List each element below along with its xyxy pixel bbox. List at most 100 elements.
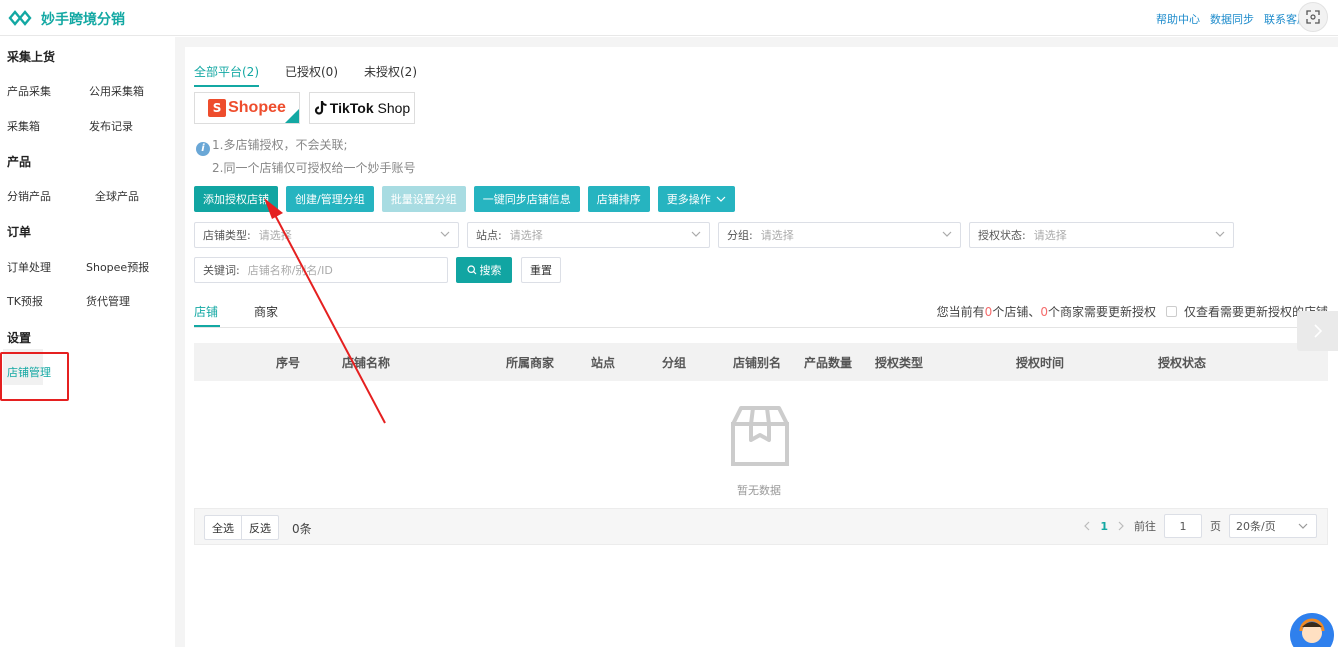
chevron-right-icon <box>1313 324 1322 338</box>
brand-logo-icon[interactable] <box>8 8 32 28</box>
update-info-suffix: 个商家需要更新授权 <box>1047 305 1156 319</box>
tab-merchants[interactable]: 商家 <box>254 303 278 320</box>
sidebar-section-order: 订单 <box>7 225 32 239</box>
group-select[interactable]: 分组: 请选择 <box>718 222 961 248</box>
chevron-down-icon <box>716 196 726 202</box>
sidebar-item-tk-forecast[interactable]: TK预报 <box>7 293 43 309</box>
shop-management-highlight-box <box>0 352 69 401</box>
platform-card-shopee[interactable]: S Shopee <box>194 92 300 124</box>
tabs-divider <box>194 327 1328 328</box>
sidebar-item-publish-record[interactable]: 发布记录 <box>89 118 133 134</box>
sidebar: 采集上货 产品采集 公用采集箱 采集箱 发布记录 产品 分销产品 全球产品 订单… <box>0 37 175 647</box>
sidebar-section-settings: 设置 <box>7 331 32 345</box>
site-select[interactable]: 站点: 请选择 <box>467 222 710 248</box>
only-needs-update-checkbox[interactable] <box>1165 306 1177 317</box>
site-placeholder: 请选择 <box>509 229 543 242</box>
group-label: 分组: <box>727 229 753 242</box>
sidebar-item-public-collect-box[interactable]: 公用采集箱 <box>89 83 144 99</box>
column-index: 序号 <box>276 356 301 370</box>
shop-type-placeholder: 请选择 <box>258 229 292 242</box>
tab-unauthorized[interactable]: 未授权(2) <box>364 63 417 87</box>
expand-icon <box>1306 10 1320 24</box>
note-line-1: i 1.多店铺授权，不会关联; <box>196 136 348 156</box>
page-unit-label: 页 <box>1210 520 1221 533</box>
platform-tabs: 全部平台(2) 已授权(0) 未授权(2) <box>194 63 417 87</box>
column-auth-time: 授权时间 <box>1016 356 1065 370</box>
info-icon: i <box>196 142 210 156</box>
select-all-button[interactable]: 全选 <box>205 516 241 539</box>
auth-status-label: 授权状态: <box>978 229 1026 242</box>
update-info-prefix: 您当前有 <box>936 305 985 319</box>
action-button-row: 添加授权店铺 创建/管理分组 批量设置分组 一键同步店铺信息 店铺排序 更多操作 <box>194 186 735 212</box>
tab-authorized[interactable]: 已授权(0) <box>285 63 338 87</box>
chevron-down-icon <box>440 231 450 237</box>
auth-status-select[interactable]: 授权状态: 请选择 <box>969 222 1234 248</box>
search-button[interactable]: 搜索 <box>456 257 512 283</box>
manage-groups-button[interactable]: 创建/管理分组 <box>286 186 374 212</box>
data-sync-link[interactable]: 数据同步 <box>1210 11 1254 27</box>
sidebar-section-collect: 采集上货 <box>7 50 56 64</box>
column-shop-name: 店铺名称 <box>342 356 391 370</box>
goto-page-input[interactable]: 1 <box>1164 514 1202 538</box>
column-product-count: 产品数量 <box>804 356 853 370</box>
merchant-update-count: 0 <box>1040 304 1048 319</box>
invert-selection-button[interactable]: 反选 <box>241 516 278 539</box>
column-auth-status: 授权状态 <box>1158 356 1207 370</box>
site-label: 站点: <box>476 229 502 242</box>
sidebar-gutter <box>175 37 185 647</box>
add-authorized-shop-button[interactable]: 添加授权店铺 <box>194 186 278 212</box>
selection-button-group: 全选 反选 <box>204 515 279 540</box>
fullscreen-button[interactable] <box>1298 2 1328 32</box>
shop-type-select[interactable]: 店铺类型: 请选择 <box>194 222 459 248</box>
chevron-down-icon <box>691 231 701 237</box>
main-top-gap <box>185 37 1338 47</box>
main-content <box>185 37 1338 647</box>
chevron-right-icon[interactable] <box>1116 521 1126 531</box>
batch-set-group-button[interactable]: 批量设置分组 <box>381 186 466 212</box>
platform-card-tiktok[interactable]: TikTok Shop <box>309 92 415 124</box>
column-auth-type: 授权类型 <box>875 356 924 370</box>
sidebar-item-order-processing[interactable]: 订单处理 <box>7 259 51 275</box>
note-line-2: 2.同一个店铺仅可授权给一个妙手账号 <box>212 161 416 175</box>
header-links: 帮助中心 数据同步 联系客服 <box>1156 11 1308 27</box>
keyword-placeholder: 店铺名称/别名/ID <box>247 264 333 277</box>
column-merchant: 所属商家 <box>506 356 555 370</box>
tab-all-platforms[interactable]: 全部平台(2) <box>194 63 259 87</box>
sidebar-item-forwarder-management[interactable]: 货代管理 <box>86 293 130 309</box>
pagination: 1 前往 1 页 20条/页 <box>1082 514 1317 538</box>
shop-merchant-tabs: 店铺 商家 <box>194 303 278 320</box>
help-center-link[interactable]: 帮助中心 <box>1156 11 1200 27</box>
sidebar-item-shopee-forecast[interactable]: Shopee预报 <box>86 259 149 275</box>
tiktok-logo-text: TikTok Shop <box>329 100 411 116</box>
side-expand-button[interactable] <box>1297 311 1338 351</box>
tab-shops[interactable]: 店铺 <box>194 303 218 320</box>
update-info-middle: 个店铺、 <box>992 305 1041 319</box>
sidebar-item-distribution-product[interactable]: 分销产品 <box>7 188 51 204</box>
shop-update-count: 0 <box>984 304 993 319</box>
page-size-value: 20条/页 <box>1236 520 1276 533</box>
brand-name[interactable]: 妙手跨境分销 <box>41 9 125 29</box>
shopping-bag-icon: S <box>208 99 227 117</box>
more-actions-button[interactable]: 更多操作 <box>657 186 735 212</box>
search-icon <box>466 265 476 275</box>
sync-shop-info-button[interactable]: 一键同步店铺信息 <box>473 186 580 212</box>
empty-box-icon <box>731 406 789 466</box>
more-actions-label: 更多操作 <box>666 193 711 206</box>
auth-status-placeholder: 请选择 <box>1033 229 1067 242</box>
shop-sort-button[interactable]: 店铺排序 <box>587 186 650 212</box>
table-footer-bar: 全选 反选 0条 1 前往 1 页 20条/页 <box>194 508 1328 545</box>
column-site: 站点 <box>591 356 616 370</box>
empty-state-text: 暂无数据 <box>737 484 781 497</box>
tiktok-icon <box>314 101 327 115</box>
current-page[interactable]: 1 <box>1100 520 1108 533</box>
sidebar-item-collect-box[interactable]: 采集箱 <box>7 118 40 134</box>
reset-button[interactable]: 重置 <box>521 257 561 283</box>
chevron-down-icon <box>942 231 952 237</box>
sidebar-item-global-product[interactable]: 全球产品 <box>95 188 139 204</box>
page-size-select[interactable]: 20条/页 <box>1229 514 1317 538</box>
keyword-input[interactable]: 关键词: 店铺名称/别名/ID <box>194 257 448 283</box>
chevron-left-icon[interactable] <box>1082 521 1092 531</box>
update-auth-info: 您当前有 0 个店铺、 0 个商家需要更新授权 仅查看需要更新授权的店铺 <box>937 303 1328 320</box>
sidebar-item-product-collect[interactable]: 产品采集 <box>7 83 51 99</box>
search-label: 搜索 <box>479 264 502 277</box>
